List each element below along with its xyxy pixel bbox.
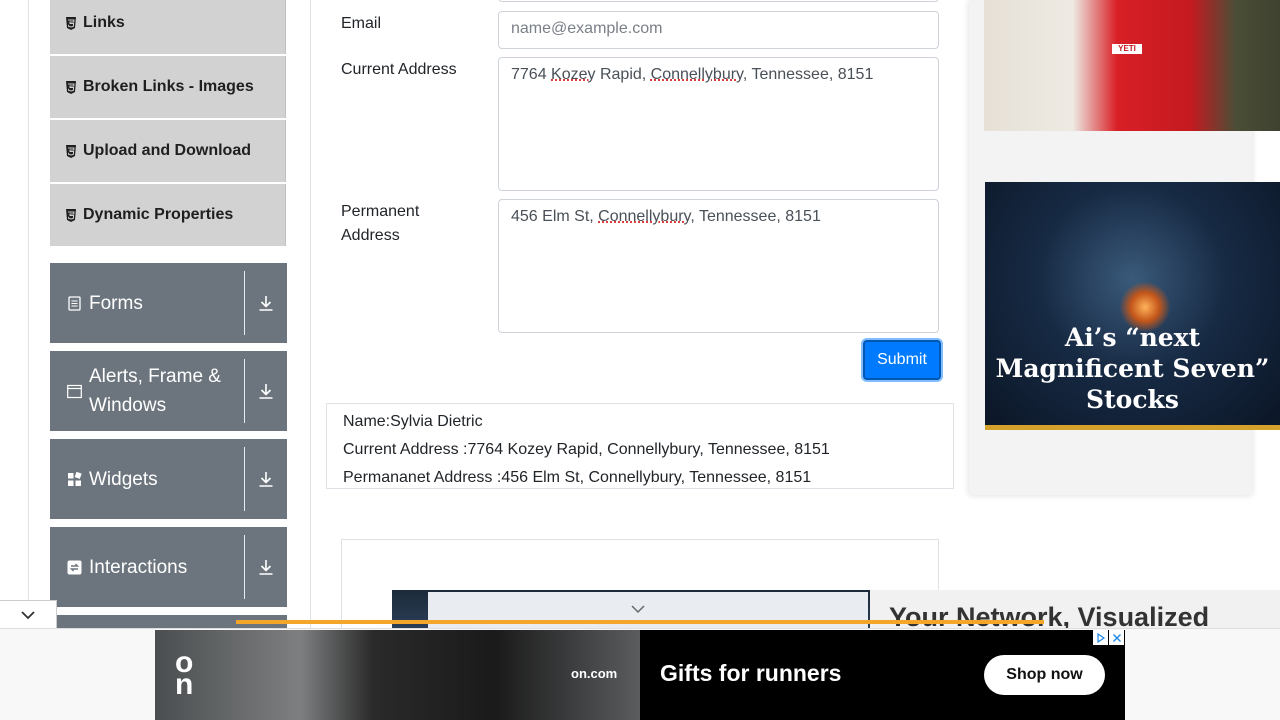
shop-now-button[interactable]: Shop now [984,655,1105,695]
submit-button[interactable]: Submit [863,340,941,380]
ad-title: Your Network, Visualized [889,602,1210,630]
text-segment: 7764 [511,66,552,83]
interactions-icon [67,560,82,574]
window-icon [67,384,82,398]
download-arrow-icon [259,472,273,487]
sidebar-group-interactions[interactable]: Interactions [50,527,287,607]
group-expand-button[interactable] [245,351,287,431]
current-address-field[interactable]: 7764 Kozey Rapid, Connellybury, Tennesse… [498,57,939,191]
sidebar-group-alerts[interactable]: Alerts, Frame & Windows [50,351,287,431]
group-label: Interactions [89,556,188,578]
sidebar-item-links[interactable]: Links [50,0,286,54]
bottom-banner-ad[interactable]: on on.com Gifts for runners Shop now [155,630,1125,720]
full-name-field[interactable] [498,0,939,2]
sidebar-item-label: Links [83,14,125,31]
sidebar-item-upload-download[interactable]: Upload and Download [50,120,286,182]
html5-icon [66,16,76,30]
text-segment: Connellybury [598,208,691,225]
permanent-address-field[interactable]: 456 Elm St, Connellybury, Tennessee, 815… [498,199,939,333]
yeti-ad[interactable]: YETI [984,0,1280,131]
current-address-label: Current Address [341,61,457,78]
email-field[interactable]: name@example.com [498,11,939,49]
download-arrow-icon [259,296,273,311]
sidebar-item-broken-links[interactable]: Broken Links - Images [50,56,286,118]
chevron-down-icon [21,610,35,619]
sidebar-group-widgets[interactable]: Widgets [50,439,287,519]
email-label: Email [341,15,382,32]
output-name: Name:Sylvia Dietric [343,413,483,430]
output-permanent-address: Permananet Address :456 Elm St, Connelly… [343,469,812,486]
sidebar-item-label: Dynamic Properties [83,206,234,223]
download-arrow-icon [259,560,273,575]
permanent-address-label: Permanent Address [341,203,420,244]
ai-stocks-ad[interactable]: Ai’s “next Magnificent Seven” Stocks [985,182,1280,430]
group-label: Forms [89,292,143,314]
chevron-down-icon[interactable] [631,604,645,614]
collapse-ad-button[interactable] [0,600,57,628]
text-segment: 456 Elm St, [511,208,599,225]
group-label: Widgets [89,468,158,490]
text-segment: , Tennessee, 8151 [690,208,821,225]
output-current-address: Current Address :7764 Kozey Rapid, Conne… [343,441,830,458]
document-icon [68,295,81,311]
on-logo: on [175,646,194,701]
yeti-logo: YETI [1112,44,1142,54]
text-segment: Kozey [551,66,596,83]
html5-icon [66,208,76,222]
text-segment: , Tennessee, 8151 [742,66,874,83]
banner-headline: Gifts for runners [660,660,842,686]
widgets-icon [68,471,82,486]
runner-photo [155,630,640,720]
download-arrow-icon [259,384,273,399]
sidebar-item-label: Broken Links - Images [83,78,254,95]
group-expand-button[interactable] [245,527,287,607]
text-segment: Rapid, [595,66,651,83]
sidebar-item-dynamic-properties[interactable]: Dynamic Properties [50,184,286,246]
html5-icon [66,80,76,94]
group-label: Alerts, Frame & Windows [89,366,221,416]
sidebar-right-border [310,0,311,720]
sidebar-item-label: Upload and Download [83,142,251,159]
text-segment: Connellybury [650,66,743,83]
sidebar-group-forms[interactable]: Forms [50,263,287,343]
accent-line [236,620,1044,624]
network-ad[interactable]: Your Network, Visualized [392,590,1280,630]
adchoices-icon[interactable] [1093,630,1108,645]
brand-url: on.com [571,666,618,681]
output-panel: Name:Sylvia Dietric Current Address :776… [326,403,954,489]
group-expand-button[interactable] [245,439,287,519]
group-expand-button[interactable] [245,263,287,343]
ad-headline: Ai’s “next Magnificent Seven” Stocks [995,323,1270,414]
html5-icon [66,144,76,158]
close-icon[interactable] [1109,630,1124,645]
